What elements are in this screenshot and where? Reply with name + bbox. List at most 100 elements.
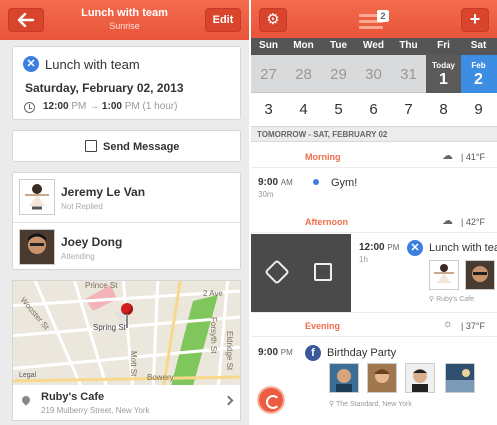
day-cell[interactable]: 7 (391, 94, 426, 126)
event-summary-card: ✕ Lunch with team Saturday, February 02,… (12, 46, 241, 120)
attendee-thumbnail (429, 260, 459, 290)
weekday-header: Sun Mon Tue Wed Thu Fri Sat (251, 38, 497, 55)
gear-icon: ⚙ (266, 11, 280, 28)
clock-icon (24, 102, 35, 113)
agenda-date-header: TOMORROW - SAT, FEBRUARY 02 (251, 126, 497, 142)
weekday-label: Tue (329, 40, 348, 51)
weekday-label: Mon (293, 40, 314, 51)
event-location: ⚲ Ruby's Cafe (429, 296, 474, 303)
day-cell[interactable]: 5 (321, 94, 356, 126)
map-pin-stem (126, 314, 128, 328)
map-label: Mott St (129, 351, 138, 377)
event-time: 9:00 PM (258, 347, 293, 358)
event-icon: ✕ (407, 240, 423, 256)
weekday-label: Fri (437, 40, 450, 51)
day-cell[interactable]: 8 (426, 94, 461, 126)
weekday-label: Thu (399, 40, 418, 51)
event-name: Lunch with team (45, 57, 140, 72)
location-row[interactable]: Ruby's Cafe 219 Mulberry Street, New Yor… (12, 385, 241, 421)
attendee-thumbnail (405, 363, 435, 393)
day-cell[interactable]: 3 (251, 94, 286, 126)
sun-icon: ☼ (442, 318, 453, 330)
event-duration: 30m (258, 190, 274, 199)
weekday-label: Sat (470, 40, 487, 51)
notification-badge[interactable]: 2 (377, 10, 389, 22)
event-date: Saturday, February 02, 2013 (25, 81, 184, 95)
event-header: Lunch with team Sunrise Edit (0, 0, 249, 40)
calendar-header: ⚙ 2 + (251, 0, 497, 38)
day-cell[interactable]: 28 (286, 55, 321, 93)
map-label: Bowery (147, 373, 174, 382)
attendee-row[interactable]: Joey Dong Attending (13, 222, 242, 271)
compose-icon (85, 140, 97, 152)
directions-icon[interactable] (264, 259, 290, 285)
rain-cloud-icon: ☁ (442, 150, 453, 162)
day-cell[interactable]: 31 (391, 55, 426, 93)
week-row: 27 28 29 30 31 Today 1 Feb 2 (251, 55, 497, 93)
map-label: Spring St (93, 323, 126, 332)
evening-label: Evening (305, 321, 341, 331)
attendee-thumbnail (329, 363, 359, 393)
event-title[interactable]: Lunch with team (429, 242, 497, 254)
afternoon-temp: | 42°F (461, 217, 485, 227)
attendee-thumbnail (445, 363, 475, 393)
avatar (19, 229, 55, 265)
day-cell[interactable]: 6 (356, 94, 391, 126)
selected-day-cell[interactable]: Feb 2 (461, 55, 497, 93)
attendee-name: Joey Dong (61, 235, 123, 249)
day-cell[interactable]: 29 (321, 55, 356, 93)
settings-button[interactable]: ⚙ (259, 8, 287, 32)
attendee-thumbnail (465, 260, 495, 290)
calendar-screen: ⚙ 2 + Sun Mon Tue Wed Thu Fri Sat 27 28 … (251, 0, 497, 425)
avatar (19, 179, 55, 215)
swipe-actions (251, 234, 351, 312)
map-label: Forsyth St (209, 317, 218, 354)
day-cell[interactable]: 27 (251, 55, 286, 93)
morning-temp: | 41°F (461, 152, 485, 162)
attendee-status: Not Replied (61, 202, 103, 211)
map-label: Prince St (85, 281, 118, 290)
send-message-button[interactable]: Send Message (12, 130, 241, 162)
chevron-right-icon (223, 395, 234, 406)
map-legal-link[interactable]: Legal (19, 372, 36, 379)
event-time: 12:00 PM (359, 242, 400, 253)
afternoon-label: Afternoon (305, 217, 348, 227)
evening-temp: | 37°F (461, 321, 485, 331)
attendee-status: Attending (61, 252, 95, 261)
event-location: ⚲ The Standard, New York (329, 401, 412, 408)
event-detail-screen: Lunch with team Sunrise Edit ✕ Lunch wit… (0, 0, 249, 425)
location-pin-icon (20, 394, 32, 406)
week-row: 3 4 5 6 7 8 9 (251, 94, 497, 126)
facebook-icon: f (305, 345, 321, 361)
sunrise-button[interactable] (257, 386, 285, 414)
map-label: 2 Ave (203, 289, 223, 298)
delete-event-icon[interactable]: ✕ (23, 56, 39, 72)
rain-cloud-icon: ☁ (442, 215, 453, 227)
add-event-button[interactable]: + (461, 8, 489, 32)
day-cell[interactable]: 4 (286, 94, 321, 126)
day-cell[interactable]: 30 (356, 55, 391, 93)
day-cell[interactable]: 9 (461, 94, 496, 126)
event-title[interactable]: Birthday Party (327, 347, 396, 359)
today-cell[interactable]: Today 1 (426, 55, 461, 93)
attendee-name: Jeremy Le Van (61, 185, 146, 199)
morning-label: Morning (305, 152, 341, 162)
weekday-label: Sun (259, 40, 278, 51)
attendee-list: Jeremy Le Van Not Replied Joey Dong Atte… (12, 172, 242, 271)
send-message-label: Send Message (103, 141, 180, 153)
location-name: Ruby's Cafe (41, 391, 105, 403)
weekday-label: Wed (363, 40, 384, 51)
calendar-dot (313, 179, 319, 185)
attendee-thumbnail (367, 363, 397, 393)
location-map[interactable]: Prince St Wooster St Spring St 2 Ave Mot… (12, 280, 241, 385)
event-duration: 1h (359, 255, 368, 264)
location-address: 219 Mulberry Street, New York (41, 406, 150, 415)
edit-button[interactable]: Edit (205, 8, 241, 32)
edit-icon[interactable] (314, 263, 332, 281)
event-title[interactable]: Gym! (331, 177, 357, 189)
map-label: Eldridge St (225, 331, 234, 371)
attendee-row[interactable]: Jeremy Le Van Not Replied (13, 173, 242, 222)
event-time: 9:00 AM (258, 177, 293, 188)
event-time: 12:00 PM → 1:00 PM (1 hour) (43, 101, 178, 112)
plus-icon: + (469, 9, 481, 29)
